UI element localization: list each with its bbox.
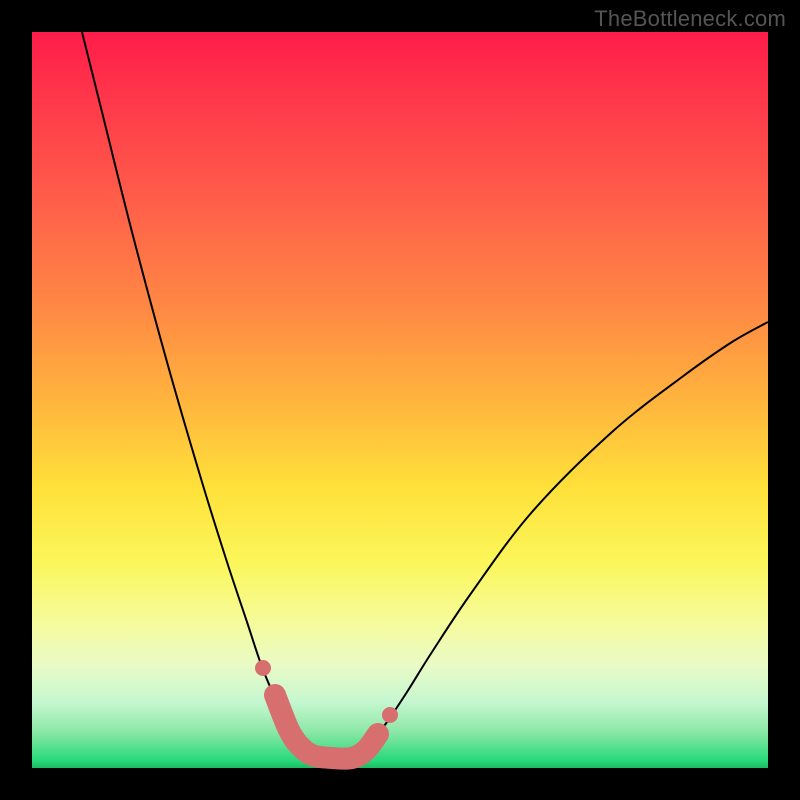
valley-marker-dot <box>255 660 271 676</box>
chart-plot-area <box>32 32 768 768</box>
valley-marker-line <box>275 695 378 759</box>
right-curve <box>360 322 768 758</box>
chart-frame: TheBottleneck.com <box>0 0 800 800</box>
left-curve <box>82 32 320 758</box>
watermark-text: TheBottleneck.com <box>594 6 786 32</box>
valley-marker-dot <box>382 707 398 723</box>
chart-svg <box>32 32 768 768</box>
